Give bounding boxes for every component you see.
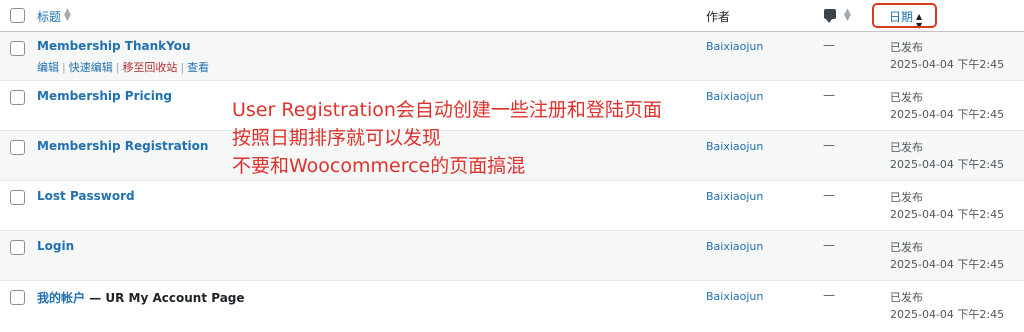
page-title-link[interactable]: Membership Pricing: [37, 89, 172, 103]
table-row: 我的帐户 — UR My Account Page Baixiaojun — 已…: [0, 281, 1024, 332]
comment-bubble-icon[interactable]: [824, 9, 836, 23]
author-link[interactable]: Baixiaojun: [706, 290, 763, 303]
table-row: Login Baixiaojun — 已发布 2025-04-04 下午2:45: [0, 231, 1024, 281]
publish-status: 已发布: [890, 91, 923, 104]
page-title-text: 我的帐户: [37, 291, 86, 305]
title-column-header[interactable]: 标题: [37, 8, 61, 25]
table-row: Membership ThankYou 编辑 | 快速编辑 | 移至回收站 | 查看 Bai…: [0, 32, 1024, 81]
page-title-link[interactable]: Lost Password: [37, 189, 135, 203]
publish-status: 已发布: [890, 141, 923, 154]
row-checkbox[interactable]: [10, 190, 25, 205]
row-checkbox[interactable]: [10, 90, 25, 105]
table-header: 标题 ▲ ▼ 作者 ▲ ▼ 日期 ▲ ▼: [0, 0, 1024, 32]
page-state-label: — UR My Account Page: [85, 291, 245, 305]
publish-date: 2025-04-04 下午2:45: [890, 58, 1005, 71]
author-link[interactable]: Baixiaojun: [706, 190, 763, 203]
quick-edit-link[interactable]: 快速编辑: [69, 61, 113, 74]
row-checkbox[interactable]: [10, 140, 25, 155]
page-title-link[interactable]: Login: [37, 239, 74, 253]
page-title-link[interactable]: 我的帐户 — UR My Account Page: [37, 289, 245, 306]
author-link[interactable]: Baixiaojun: [706, 90, 763, 103]
author-column-header: 作者: [706, 10, 731, 24]
publish-status: 已发布: [890, 191, 923, 204]
publish-date: 2025-04-04 下午2:45: [890, 258, 1005, 271]
trash-link[interactable]: 移至回收站: [122, 61, 177, 74]
sort-arrows-icon: ▲ ▼: [64, 7, 71, 23]
table-row: Lost Password Baixiaojun — 已发布 2025-04-0…: [0, 181, 1024, 231]
row-checkbox[interactable]: [10, 240, 25, 255]
view-link[interactable]: 查看: [187, 61, 209, 74]
row-checkbox[interactable]: [10, 41, 25, 56]
comment-count: —: [823, 88, 835, 102]
comment-count: —: [823, 238, 835, 252]
publish-date: 2025-04-04 下午2:45: [890, 208, 1005, 221]
author-link[interactable]: Baixiaojun: [706, 140, 763, 153]
annotation-line-2: 按照日期排序就可以发现: [232, 127, 442, 149]
author-link[interactable]: Baixiaojun: [706, 40, 763, 53]
annotation-text: User Registration会自动创建一些注册和登陆页面 按照日期排序就可…: [232, 96, 662, 180]
publish-date: 2025-04-04 下午2:45: [890, 308, 1005, 321]
publish-status: 已发布: [890, 41, 923, 54]
edit-link[interactable]: 编辑: [37, 61, 59, 74]
comment-count: —: [823, 38, 835, 52]
annotation-line-3: 不要和Woocommerce的页面搞混: [232, 155, 526, 177]
sort-arrows-icon: ▲ ▼: [844, 7, 851, 23]
select-all-checkbox[interactable]: [10, 8, 25, 23]
row-checkbox[interactable]: [10, 290, 25, 305]
page-title-link[interactable]: Membership ThankYou: [37, 39, 191, 53]
author-link[interactable]: Baixiaojun: [706, 240, 763, 253]
publish-date: 2025-04-04 下午2:45: [890, 108, 1005, 121]
row-actions: 编辑 | 快速编辑 | 移至回收站 | 查看: [37, 61, 210, 74]
comment-count: —: [823, 188, 835, 202]
publish-date: 2025-04-04 下午2:45: [890, 158, 1005, 171]
comment-count: —: [823, 288, 835, 302]
comment-count: —: [823, 138, 835, 152]
publish-status: 已发布: [890, 241, 923, 254]
date-highlight-box: [872, 3, 937, 28]
annotation-line-1: User Registration会自动创建一些注册和登陆页面: [232, 99, 662, 121]
page-title-link[interactable]: Membership Registration: [37, 139, 208, 153]
publish-status: 已发布: [890, 291, 923, 304]
